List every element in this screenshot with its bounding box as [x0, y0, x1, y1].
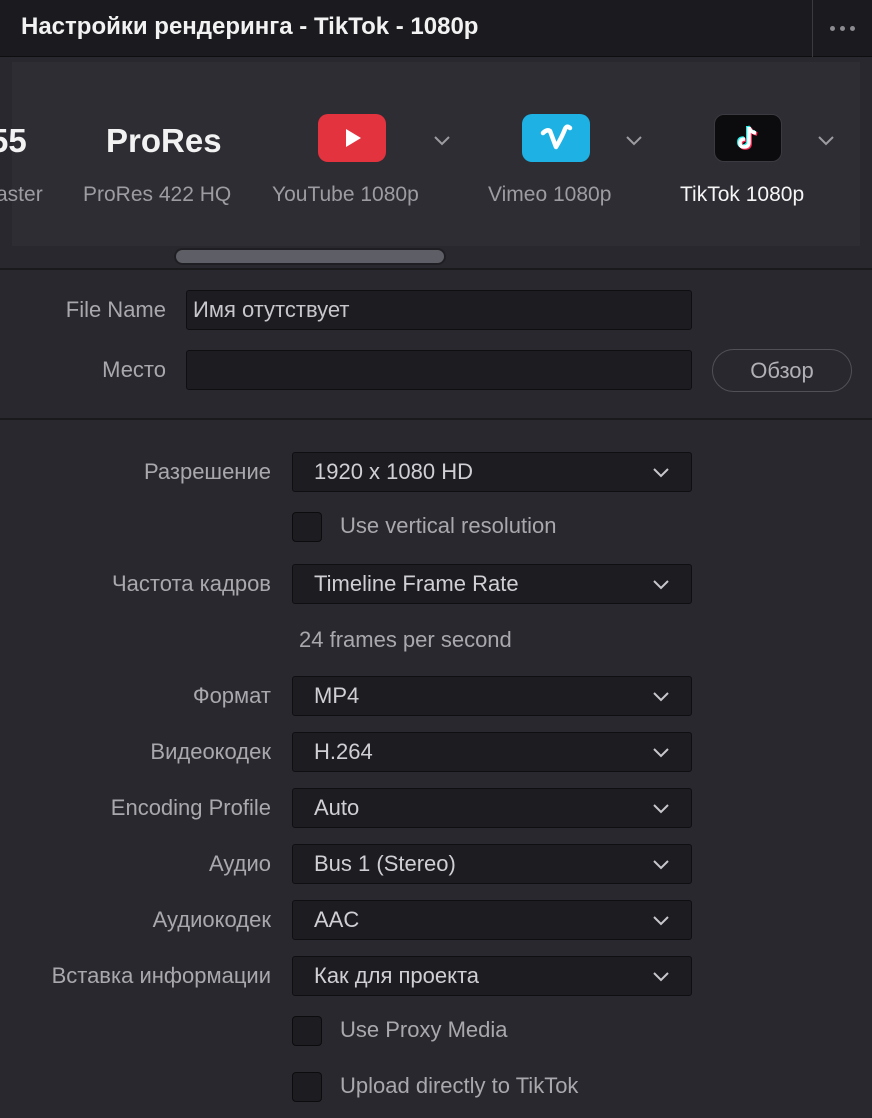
preset-prores[interactable]: ProRes ProRes 422 HQ	[80, 58, 245, 242]
location-label: Место	[102, 357, 166, 382]
chevron-down-icon[interactable]	[432, 130, 452, 150]
preset-master[interactable]: 55 aster	[0, 58, 60, 242]
chevron-down-icon	[653, 804, 669, 814]
browse-button[interactable]: Обзор	[712, 349, 852, 392]
chevron-down-icon	[653, 580, 669, 590]
vertical-resolution-label: Use vertical resolution	[340, 513, 557, 538]
audio-value: Bus 1 (Stereo)	[314, 851, 456, 876]
chevron-down-icon	[653, 860, 669, 870]
chevron-down-icon[interactable]	[816, 130, 836, 150]
framerate-select[interactable]: Timeline Frame Rate	[292, 564, 692, 604]
preset-youtube[interactable]: YouTube 1080p	[268, 58, 468, 242]
proxy-media-checkbox[interactable]	[292, 1016, 322, 1046]
resolution-select[interactable]: 1920 x 1080 HD	[292, 452, 692, 492]
audio-codec-label: Аудиокодек	[152, 907, 271, 932]
window-title: Настройки рендеринга - TikTok - 1080p	[21, 13, 479, 40]
metadata-select[interactable]: Как для проекта	[292, 956, 692, 996]
format-value: MP4	[314, 683, 360, 708]
proxy-media-label: Use Proxy Media	[340, 1017, 508, 1042]
file-name-label: File Name	[65, 297, 166, 322]
vimeo-icon	[522, 114, 590, 162]
chevron-down-icon	[653, 916, 669, 926]
upload-tiktok-label: Upload directly to TikTok	[340, 1073, 579, 1098]
divider	[0, 418, 872, 420]
preset-carousel: 55 aster ProRes ProRes 422 HQ YouTube 10…	[0, 58, 872, 268]
chevron-down-icon[interactable]	[624, 130, 644, 150]
chevron-down-icon	[653, 972, 669, 982]
chevron-down-icon	[653, 692, 669, 702]
codec-value: H.264	[314, 739, 373, 764]
framerate-value: Timeline Frame Rate	[314, 571, 519, 596]
divider	[0, 268, 872, 270]
metadata-label: Вставка информации	[51, 963, 271, 988]
metadata-value: Как для проекта	[314, 963, 480, 988]
file-name-input[interactable]: Имя отутствует	[186, 290, 692, 330]
tiktok-icon	[714, 114, 782, 162]
format-select[interactable]: MP4	[292, 676, 692, 716]
preset-vimeo-caption: Vimeo 1080p	[488, 183, 612, 206]
chevron-down-icon	[653, 468, 669, 478]
format-label: Формат	[192, 683, 271, 708]
framerate-label: Частота кадров	[112, 571, 271, 596]
youtube-icon	[318, 114, 386, 162]
codec-label: Видеокодек	[150, 739, 271, 764]
preset-master-caption: aster	[0, 183, 43, 206]
fps-note: 24 frames per second	[299, 627, 512, 652]
encoding-profile-select[interactable]: Auto	[292, 788, 692, 828]
audio-select[interactable]: Bus 1 (Stereo)	[292, 844, 692, 884]
preset-prores-caption: ProRes 422 HQ	[83, 183, 232, 206]
preset-scrollbar[interactable]	[174, 248, 446, 265]
preset-master-title: 55	[0, 122, 27, 159]
audio-codec-value: AAC	[314, 907, 360, 932]
encoding-profile-label: Encoding Profile	[110, 795, 271, 820]
resolution-value: 1920 x 1080 HD	[314, 459, 473, 484]
vertical-resolution-checkbox[interactable]	[292, 512, 322, 542]
resolution-label: Разрешение	[143, 459, 271, 484]
codec-select[interactable]: H.264	[292, 732, 692, 772]
preset-prores-title: ProRes	[106, 122, 222, 159]
preset-tiktok[interactable]: TikTok 1080p	[678, 58, 858, 242]
more-options-icon[interactable]	[813, 0, 872, 57]
title-bar: Настройки рендеринга - TikTok - 1080p	[0, 0, 872, 57]
audio-label: Аудио	[208, 851, 271, 876]
upload-tiktok-checkbox[interactable]	[292, 1072, 322, 1102]
chevron-down-icon	[653, 748, 669, 758]
encoding-profile-value: Auto	[314, 795, 360, 820]
preset-vimeo[interactable]: Vimeo 1080p	[486, 58, 666, 242]
location-input[interactable]	[186, 350, 692, 390]
preset-youtube-caption: YouTube 1080p	[272, 183, 419, 206]
audio-codec-select[interactable]: AAC	[292, 900, 692, 940]
preset-tiktok-caption: TikTok 1080p	[680, 183, 805, 206]
